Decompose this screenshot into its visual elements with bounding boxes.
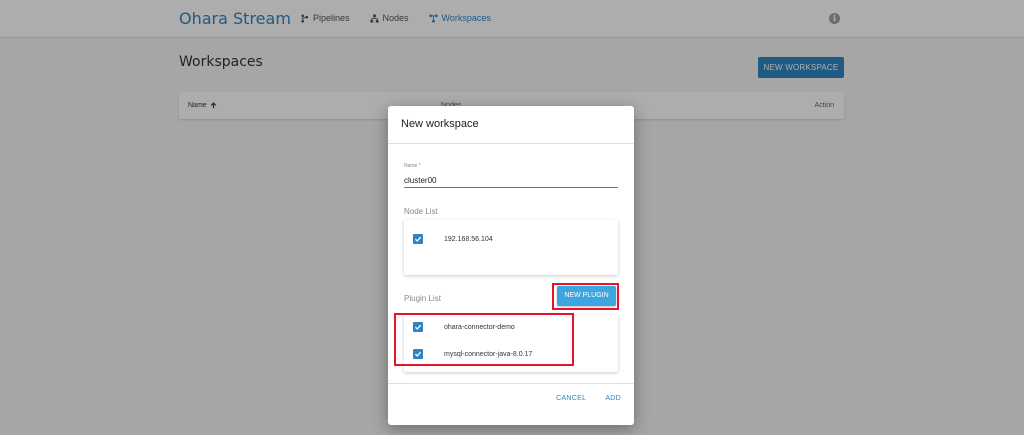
check-icon [414, 324, 422, 330]
node-list: 192.168.56.104 [404, 220, 618, 275]
add-button[interactable]: ADD [605, 395, 621, 402]
plugin-checkbox[interactable] [413, 349, 423, 359]
dialog-actions: CANCEL ADD [556, 395, 621, 402]
cancel-button[interactable]: CANCEL [556, 395, 586, 402]
dialog-title: New workspace [401, 118, 479, 130]
list-item[interactable]: 192.168.56.104 [404, 232, 618, 246]
name-field-label: Name * [404, 163, 421, 169]
plugin-label: mysql-connector-java-8.0.17 [444, 350, 533, 358]
dialog-actions-divider [388, 383, 634, 384]
check-icon [414, 236, 422, 242]
node-checkbox[interactable] [413, 234, 423, 244]
list-item[interactable]: ohara-connector-demo [404, 320, 618, 334]
dialog-title-divider [388, 143, 634, 144]
node-list-label: Node List [404, 207, 438, 216]
new-workspace-dialog: New workspace Name * Node List 192.168.5… [388, 106, 634, 425]
node-label: 192.168.56.104 [444, 235, 493, 243]
plugin-checkbox[interactable] [413, 322, 423, 332]
plugin-list-label: Plugin List [404, 294, 441, 303]
list-item[interactable]: mysql-connector-java-8.0.17 [404, 347, 618, 361]
name-input[interactable] [404, 174, 618, 188]
plugin-label: ohara-connector-demo [444, 323, 515, 331]
check-icon [414, 351, 422, 357]
plugin-list: ohara-connector-demo mysql-connector-jav… [404, 315, 618, 372]
new-plugin-button[interactable]: NEW PLUGIN [557, 286, 616, 306]
